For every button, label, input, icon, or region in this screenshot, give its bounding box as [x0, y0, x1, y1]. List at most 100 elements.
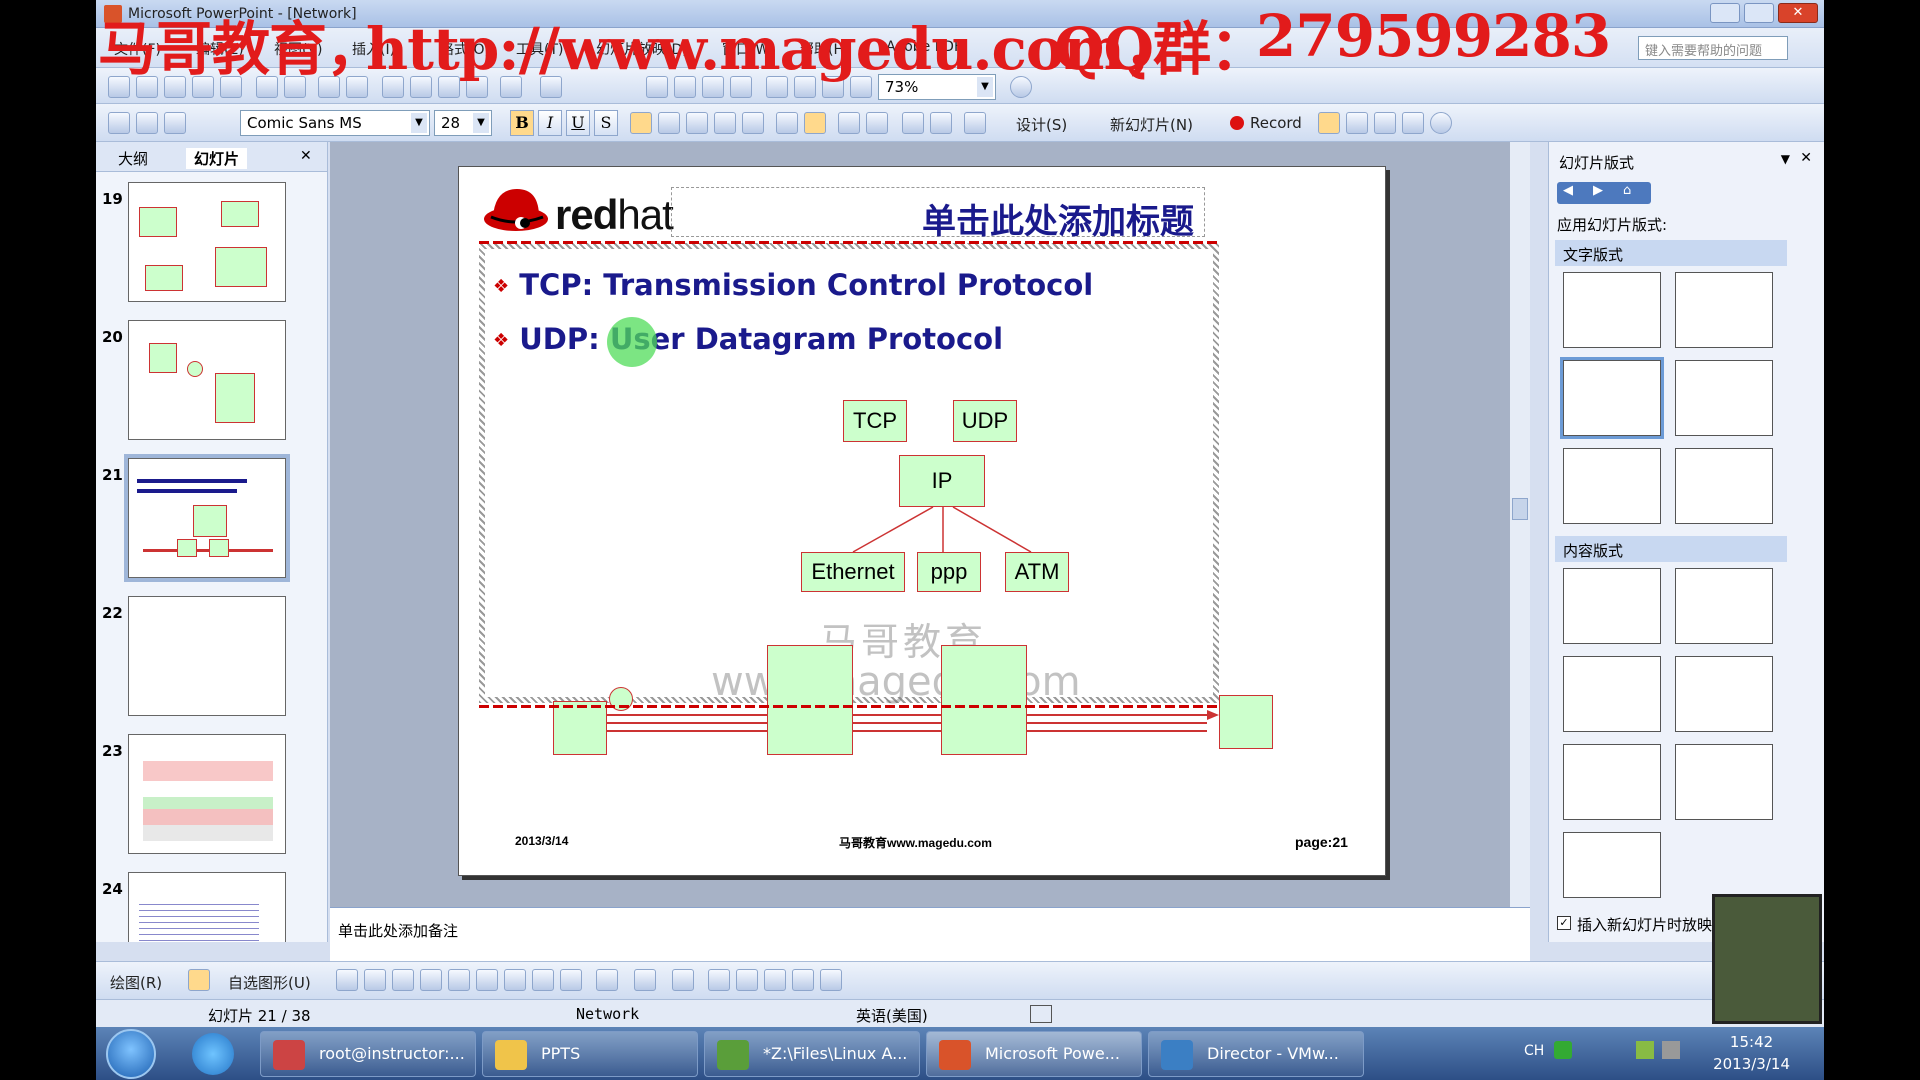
close-icon[interactable]: ✕ [1800, 150, 1812, 166]
chevron-down-icon[interactable]: ▼ [1781, 152, 1790, 166]
clipart-icon[interactable] [532, 969, 554, 991]
paste-icon[interactable] [438, 76, 460, 98]
diagram-node-ppp[interactable]: ppp [917, 552, 981, 592]
numbering-icon[interactable] [776, 112, 798, 134]
layout-title-content-3[interactable] [1563, 832, 1661, 898]
vertical-scrollbar[interactable] [1510, 142, 1530, 907]
taskbar-item-vmware[interactable]: Director - VMw... [1148, 1031, 1364, 1077]
arrow-icon[interactable] [364, 969, 386, 991]
menu-view[interactable]: 视图(V) [274, 39, 323, 59]
system-clock[interactable]: 15:42 2013/3/14 [1713, 1031, 1790, 1075]
new-slide-button[interactable]: 新幻灯片(N) [1110, 114, 1193, 135]
layout-title-two-content[interactable] [1675, 656, 1773, 732]
expand-all-icon[interactable] [766, 76, 788, 98]
font-size-select[interactable]: 28 ▼ [434, 110, 492, 136]
layout-title-slide[interactable] [1563, 272, 1661, 348]
slide-editing-area[interactable]: redhat 单击此处添加标题 ❖ TCP: Transmission Cont… [330, 142, 1530, 907]
diagram-node-ethernet[interactable]: Ethernet [801, 552, 905, 592]
slide-thumbnail[interactable]: 20 [96, 318, 316, 450]
record-button[interactable]: Record [1250, 114, 1302, 132]
layout-title-text[interactable] [1560, 357, 1664, 439]
shadow-button[interactable]: S [594, 110, 618, 136]
decrease-indent-icon[interactable] [902, 112, 924, 134]
line-style-icon[interactable] [708, 969, 730, 991]
taskbar-item-editor[interactable]: *Z:\Files\Linux A... [704, 1031, 920, 1077]
email-icon[interactable] [220, 76, 242, 98]
new-icon[interactable] [108, 76, 130, 98]
hyperlink-icon[interactable] [730, 76, 752, 98]
3d-style-icon[interactable] [820, 969, 842, 991]
pdf-email-icon[interactable] [136, 112, 158, 134]
help-icon[interactable] [1010, 76, 1032, 98]
justify-icon[interactable] [714, 112, 736, 134]
help-icon[interactable] [1430, 112, 1452, 134]
cut-icon[interactable] [382, 76, 404, 98]
slide-thumbnail[interactable]: 19 [96, 180, 316, 312]
permission-icon[interactable] [192, 76, 214, 98]
diagram-router-left[interactable] [767, 645, 853, 755]
menu-tools[interactable]: 工具(T) [516, 39, 563, 59]
menu-adobe-pdf[interactable]: Adobe PDF [886, 39, 962, 55]
diagram-icon[interactable] [504, 969, 526, 991]
font-color-icon[interactable] [672, 969, 694, 991]
undo-icon[interactable] [500, 76, 522, 98]
notes-pane[interactable]: 单击此处添加备注 [330, 907, 1530, 961]
diagram-node-ip[interactable]: IP [899, 455, 985, 507]
scrollbar-thumb[interactable] [1512, 498, 1528, 520]
increase-font-icon[interactable] [838, 112, 860, 134]
ime-icon[interactable] [1554, 1041, 1572, 1059]
menu-format[interactable]: 格式(O) [440, 39, 490, 59]
design-button[interactable]: 设计(S) [1016, 114, 1067, 135]
wordart-icon[interactable] [476, 969, 498, 991]
redo-icon[interactable] [540, 76, 562, 98]
align-right-icon[interactable] [686, 112, 708, 134]
forward-icon[interactable]: ▶ [1593, 183, 1603, 198]
menu-file[interactable]: 文件(F) [114, 39, 161, 59]
bold-button[interactable]: B [510, 110, 534, 136]
copy-icon[interactable] [410, 76, 432, 98]
show-new-slide-checkbox[interactable]: ✓ [1557, 916, 1571, 930]
menu-edit[interactable]: 编辑(E) [196, 39, 244, 59]
italic-button[interactable]: I [538, 110, 562, 136]
slide-thumbnail[interactable]: 23 [96, 732, 316, 864]
close-icon[interactable]: ✕ [300, 148, 312, 164]
input-language[interactable]: CH [1524, 1043, 1544, 1059]
layout-content[interactable] [1675, 568, 1773, 644]
open-icon[interactable] [136, 76, 158, 98]
draw-menu[interactable]: 绘图(R) [110, 972, 162, 993]
minimize-button[interactable] [1710, 3, 1740, 23]
diagram-router-right[interactable] [941, 645, 1027, 755]
layout-vertical-title[interactable] [1675, 448, 1773, 524]
chart-icon[interactable] [646, 76, 668, 98]
print-preview-icon[interactable] [284, 76, 306, 98]
grid-icon[interactable] [822, 76, 844, 98]
diagram-host-right[interactable] [1219, 695, 1273, 749]
tables-borders-icon[interactable] [702, 76, 724, 98]
tab-slides[interactable]: 幻灯片 [186, 148, 248, 169]
print-icon[interactable] [256, 76, 278, 98]
tab-outline[interactable]: 大纲 [118, 148, 148, 169]
taskbar-item-terminal[interactable]: root@instructor:... [260, 1031, 476, 1077]
format-painter-icon[interactable] [466, 76, 488, 98]
pdf-convert-icon[interactable] [108, 112, 130, 134]
textbox-icon[interactable] [448, 969, 470, 991]
align-left-icon[interactable] [630, 112, 652, 134]
diagram-node-udp[interactable]: UDP [953, 400, 1017, 442]
taskbar-item-powerpoint[interactable]: Microsoft Powe... [926, 1031, 1142, 1077]
layout-title-only[interactable] [1675, 272, 1773, 348]
save-icon[interactable] [164, 76, 186, 98]
bullets-icon[interactable] [804, 112, 826, 134]
table-icon[interactable] [674, 76, 696, 98]
slide-thumbnail[interactable]: 22 [96, 594, 316, 726]
record-options-icon[interactable] [1374, 112, 1396, 134]
slide-canvas[interactable]: redhat 单击此处添加标题 ❖ TCP: Transmission Cont… [458, 166, 1386, 876]
layout-title-content-2[interactable] [1675, 744, 1773, 820]
diagram-node-tcp[interactable]: TCP [843, 400, 907, 442]
taskbar-item-folder[interactable]: PPTS [482, 1031, 698, 1077]
zoom-select[interactable]: 73% ▼ [878, 74, 996, 100]
start-button[interactable] [106, 1029, 156, 1079]
increase-indent-icon[interactable] [930, 112, 952, 134]
ie-icon[interactable] [192, 1033, 234, 1075]
arrow-style-icon[interactable] [764, 969, 786, 991]
maximize-button[interactable] [1744, 3, 1774, 23]
